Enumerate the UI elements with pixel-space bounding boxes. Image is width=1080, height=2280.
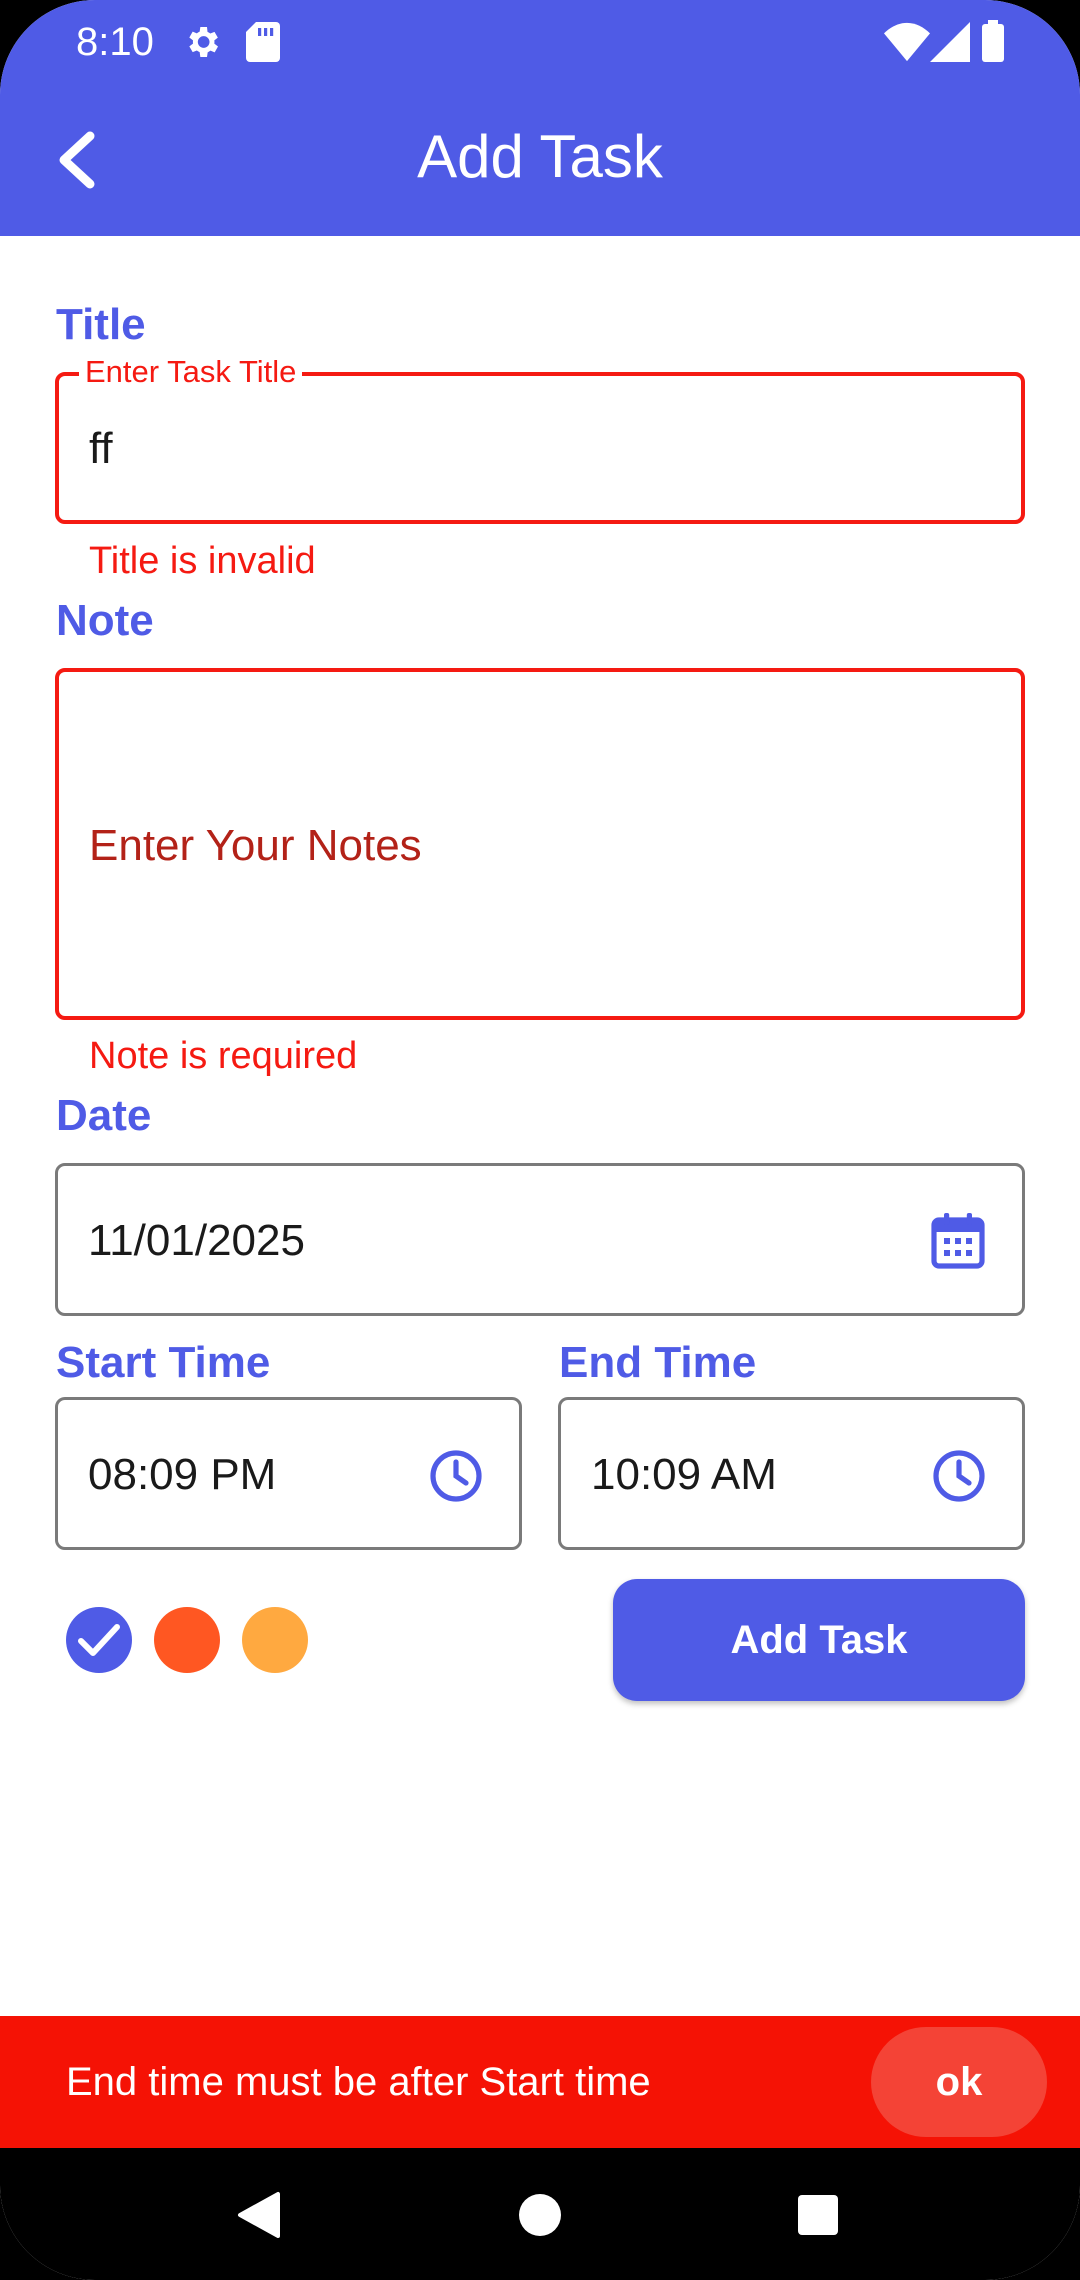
date-label: Date xyxy=(56,1091,152,1140)
start-time-field[interactable]: 08:09 PM xyxy=(55,1397,522,1550)
title-field[interactable]: Enter Task Title ff xyxy=(55,354,1025,524)
note-error-text: Note is required xyxy=(89,1035,358,1077)
end-time-field[interactable]: 10:09 AM xyxy=(558,1397,1025,1550)
system-navigation-bar xyxy=(0,2148,1080,2280)
nav-recents-button[interactable] xyxy=(783,2180,853,2250)
title-input-value: ff xyxy=(89,424,113,473)
status-time: 8:10 xyxy=(76,20,154,64)
clock-icon[interactable] xyxy=(428,1448,484,1509)
note-field[interactable]: Enter Your Notes xyxy=(55,668,1025,1020)
sd-card-icon xyxy=(246,22,280,67)
page-title: Add Task xyxy=(417,123,663,190)
title-error-text: Title is invalid xyxy=(89,540,316,582)
settings-gear-icon xyxy=(182,22,222,67)
end-time-label: End Time xyxy=(559,1338,757,1387)
start-time-label: Start Time xyxy=(56,1338,271,1387)
color-option[interactable] xyxy=(66,1607,132,1673)
title-floating-label: Enter Task Title xyxy=(79,354,303,390)
status-bar: 8:10 xyxy=(0,0,1080,88)
cellular-signal-icon xyxy=(930,22,970,67)
nav-back-button[interactable] xyxy=(224,2180,294,2250)
app-bar: 8:10 Add Task xyxy=(0,0,1080,236)
date-field[interactable]: 11/01/2025 xyxy=(55,1163,1025,1316)
triangle-back-icon xyxy=(238,2192,280,2238)
add-task-button[interactable]: Add Task xyxy=(613,1579,1025,1701)
square-recents-icon xyxy=(798,2195,838,2235)
snackbar-message: End time must be after Start time xyxy=(66,2060,651,2104)
color-option[interactable] xyxy=(154,1607,220,1673)
start-time-value: 08:09 PM xyxy=(88,1450,277,1499)
circle-home-icon xyxy=(519,2194,561,2236)
note-placeholder: Enter Your Notes xyxy=(89,821,422,870)
nav-home-button[interactable] xyxy=(505,2180,575,2250)
battery-icon xyxy=(982,20,1004,67)
end-time-value: 10:09 AM xyxy=(591,1450,777,1499)
clock-icon[interactable] xyxy=(931,1448,987,1509)
calendar-icon[interactable] xyxy=(930,1212,986,1275)
snackbar: End time must be after Start time ok xyxy=(0,2016,1080,2148)
wifi-icon xyxy=(884,22,930,67)
date-value: 11/01/2025 xyxy=(88,1216,305,1265)
title-label: Title xyxy=(56,300,146,349)
checkmark-icon xyxy=(78,1624,120,1656)
color-option[interactable] xyxy=(242,1607,308,1673)
note-label: Note xyxy=(56,596,154,645)
snackbar-ok-button[interactable]: ok xyxy=(871,2027,1047,2137)
screen: 8:10 Add Task Title Enter Task Title ff xyxy=(0,0,1080,2280)
